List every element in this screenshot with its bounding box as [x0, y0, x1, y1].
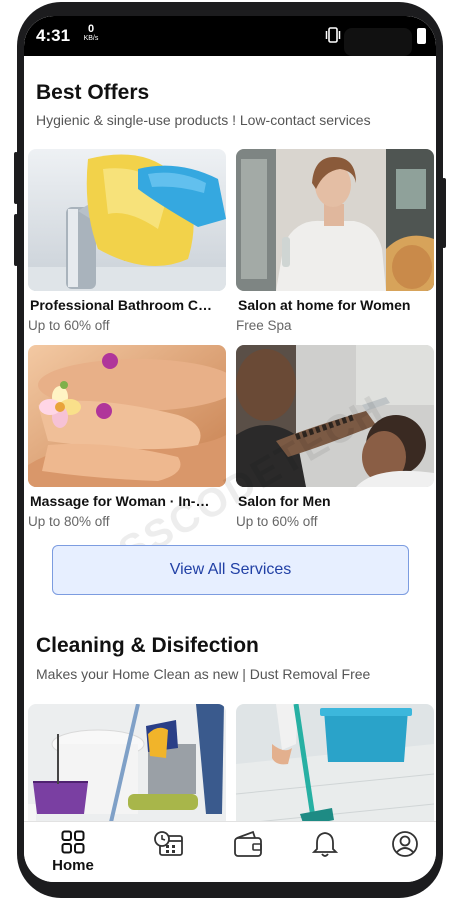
- card-name: Professional Bathroom Cleaning: [30, 297, 214, 313]
- card-name: Massage for Woman · In-Home: [30, 493, 214, 509]
- nav-home-label: Home: [52, 857, 94, 874]
- nav-notifications[interactable]: [295, 830, 355, 858]
- calendar-clock-icon: [154, 831, 183, 856]
- bottom-navigation: Home: [24, 821, 436, 882]
- profile-icon: [392, 831, 418, 857]
- net-speed-value: 0: [87, 23, 95, 35]
- card-name: Salon at home for Women: [238, 297, 411, 313]
- screen: 4:31 0 KB/s Best Offers Hygienic & singl…: [24, 16, 436, 882]
- massage-image: [28, 345, 226, 487]
- card-name: Salon for Men: [238, 493, 331, 509]
- best-offers-subtitle: Hygienic & single-use products ! Low-con…: [36, 112, 371, 128]
- battery-icon: [417, 28, 426, 44]
- nav-home[interactable]: Home: [43, 830, 103, 874]
- offer-card-salon-men[interactable]: Salon for Men Up to 60% off: [236, 345, 434, 529]
- nav-profile[interactable]: [375, 830, 435, 858]
- bathroom-cleaning-image: [28, 149, 226, 291]
- power-button: [442, 178, 446, 248]
- cleaning-subtitle: Makes your Home Clean as new | Dust Remo…: [36, 666, 371, 682]
- status-bar: 4:31 0 KB/s: [24, 16, 436, 56]
- bell-icon: [312, 832, 338, 857]
- card-offer: Up to 60% off: [28, 318, 110, 333]
- net-speed: 0 KB/s: [79, 23, 103, 43]
- cleaning-image-1: [28, 704, 226, 821]
- nav-bookings[interactable]: [139, 830, 199, 858]
- cleaning-card-2[interactable]: [236, 704, 434, 821]
- offer-card-salon-women[interactable]: Salon at home for Women Free Spa: [236, 149, 434, 333]
- salon-men-image: [236, 345, 434, 487]
- volume-up-button: [14, 152, 18, 204]
- cleaning-card-1[interactable]: [28, 704, 226, 821]
- best-offers-title: Best Offers: [36, 81, 150, 104]
- camera-cutout: [344, 28, 412, 56]
- salon-women-image: [236, 149, 434, 291]
- view-all-services-button[interactable]: View All Services: [52, 545, 409, 595]
- volume-down-button: [14, 214, 18, 266]
- status-time: 4:31: [36, 26, 71, 45]
- cleaning-image-2: [236, 704, 434, 821]
- cleaning-title: Cleaning & Disifection: [36, 634, 259, 657]
- main-content[interactable]: Best Offers Hygienic & single-use produc…: [24, 56, 436, 821]
- vibrate-icon: [325, 27, 341, 43]
- card-offer: Up to 60% off: [236, 514, 318, 529]
- offer-card-bathroom-cleaning[interactable]: Professional Bathroom Cleaning Up to 60%…: [28, 149, 226, 333]
- grid-icon: [61, 830, 85, 854]
- offer-card-massage-woman[interactable]: Massage for Woman · In-Home Up to 80% of…: [28, 345, 226, 529]
- wallet-icon: [234, 830, 262, 857]
- card-offer: Free Spa: [236, 318, 292, 333]
- card-offer: Up to 80% off: [28, 514, 110, 529]
- net-speed-unit: KB/s: [83, 35, 99, 42]
- nav-wallet[interactable]: [218, 830, 278, 858]
